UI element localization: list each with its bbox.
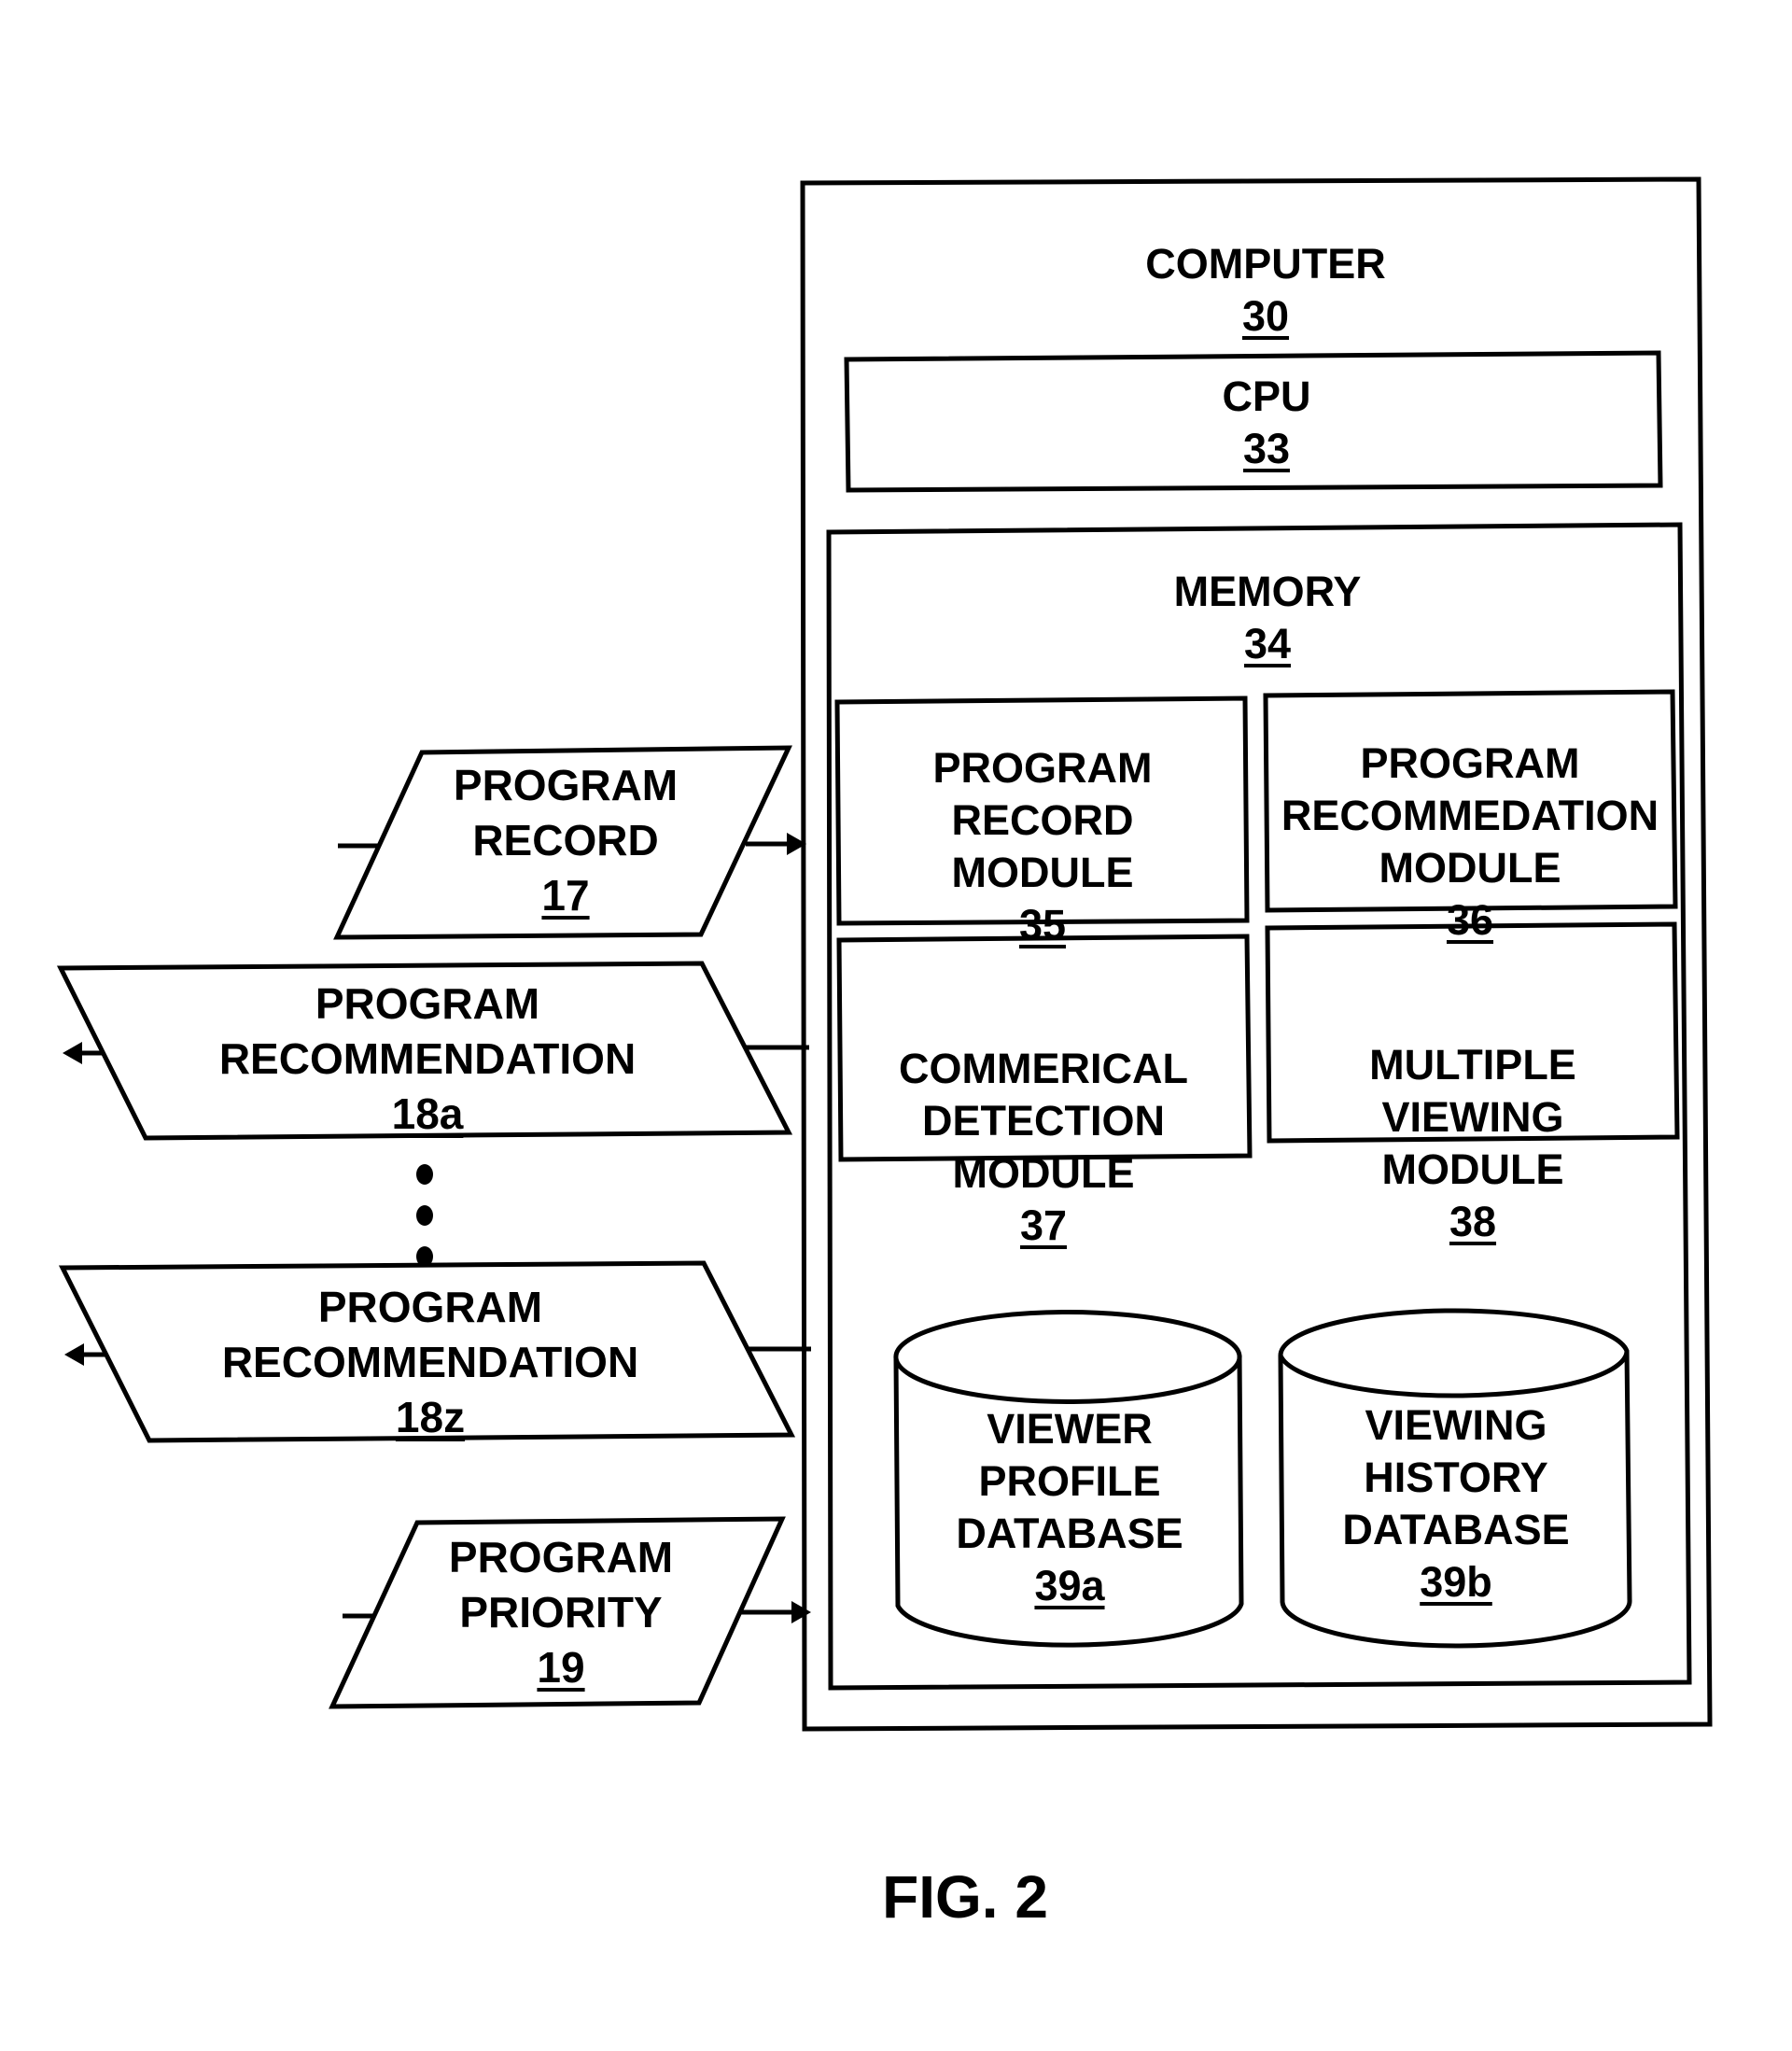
io-label-18z: PROGRAM RECOMMENDATION 18z <box>222 1280 638 1445</box>
io-label-19: PROGRAM PRIORITY 19 <box>449 1530 673 1695</box>
io-19-ref: 19 <box>537 1643 585 1692</box>
io-17-line: PROGRAM <box>453 761 679 809</box>
io-19-line: PROGRAM <box>448 1533 674 1581</box>
module-38-ref: 38 <box>1449 1198 1497 1245</box>
database-39a-line: VIEWER <box>987 1405 1153 1453</box>
module-label-37: COMMERICAL DETECTION MODULE 37 <box>899 1043 1188 1252</box>
database-label-39a: VIEWER PROFILE DATABASE 39a <box>956 1403 1183 1612</box>
module-35-line: RECORD <box>951 796 1134 844</box>
io-18a-line: RECOMMENDATION <box>218 1034 637 1083</box>
io-17-ref: 17 <box>541 871 590 920</box>
module-38-line: MODULE <box>1381 1145 1564 1193</box>
computer-label: COMPUTER 30 <box>1145 238 1386 343</box>
arrow-head-18a <box>63 1042 82 1064</box>
io-18z-ref: 18z <box>395 1393 466 1441</box>
io-label-17: PROGRAM RECORD 17 <box>454 758 678 923</box>
io-17-line: RECORD <box>472 816 659 864</box>
io-18z-line: PROGRAM <box>317 1283 543 1331</box>
module-label-35: PROGRAM RECORD MODULE 35 <box>933 742 1153 951</box>
database-39b-line: HISTORY <box>1364 1454 1548 1501</box>
module-36-line: PROGRAM <box>1360 739 1580 787</box>
module-38-line: VIEWING <box>1381 1093 1564 1141</box>
io-label-18a: PROGRAM RECOMMENDATION 18a <box>219 976 636 1142</box>
module-37-line: DETECTION <box>921 1097 1165 1145</box>
computer-ref: 30 <box>1241 292 1290 340</box>
cpu-ref: 33 <box>1242 425 1291 472</box>
module-37-line: MODULE <box>952 1149 1135 1197</box>
module-35-line: PROGRAM <box>932 744 1153 792</box>
computer-title: COMPUTER <box>1145 240 1386 288</box>
memory-title: MEMORY <box>1173 568 1362 615</box>
memory-ref: 34 <box>1243 620 1292 667</box>
figure-label: FIG. 2 <box>882 1863 1048 1931</box>
module-label-36: PROGRAM RECOMMEDATION MODULE 36 <box>1281 738 1659 947</box>
module-36-line: RECOMMEDATION <box>1281 792 1659 839</box>
database-39a-line: DATABASE <box>956 1510 1183 1557</box>
module-35-ref: 35 <box>1018 901 1067 948</box>
memory-label: MEMORY 34 <box>1174 566 1362 670</box>
arrow-head-18z <box>64 1343 84 1366</box>
database-39b-line: DATABASE <box>1342 1506 1570 1553</box>
database-39a-line: PROFILE <box>978 1457 1161 1505</box>
cpu-label: CPU 33 <box>1222 371 1310 475</box>
module-38-line: MULTIPLE <box>1369 1041 1576 1089</box>
io-18a-line: PROGRAM <box>315 979 540 1028</box>
cpu-title: CPU <box>1222 372 1311 420</box>
module-37-ref: 37 <box>1019 1201 1068 1249</box>
database-39b-line: VIEWING <box>1365 1401 1547 1449</box>
io-19-line: PRIORITY <box>459 1588 663 1637</box>
database-label-39b: VIEWING HISTORY DATABASE 39b <box>1342 1399 1569 1608</box>
module-label-38: MULTIPLE VIEWING MODULE 38 <box>1369 1039 1576 1248</box>
io-18a-ref: 18a <box>391 1089 464 1138</box>
database-39b-ref: 39b <box>1420 1558 1492 1606</box>
module-36-line: MODULE <box>1379 844 1561 892</box>
ellipsis-dot <box>416 1164 433 1185</box>
ellipsis-dot <box>416 1205 433 1226</box>
module-36-ref: 36 <box>1446 896 1494 944</box>
module-35-line: MODULE <box>951 849 1134 896</box>
module-37-line: COMMERICAL <box>899 1045 1188 1092</box>
database-39a-ref: 39a <box>1034 1562 1105 1609</box>
io-18z-line: RECOMMENDATION <box>221 1338 639 1386</box>
